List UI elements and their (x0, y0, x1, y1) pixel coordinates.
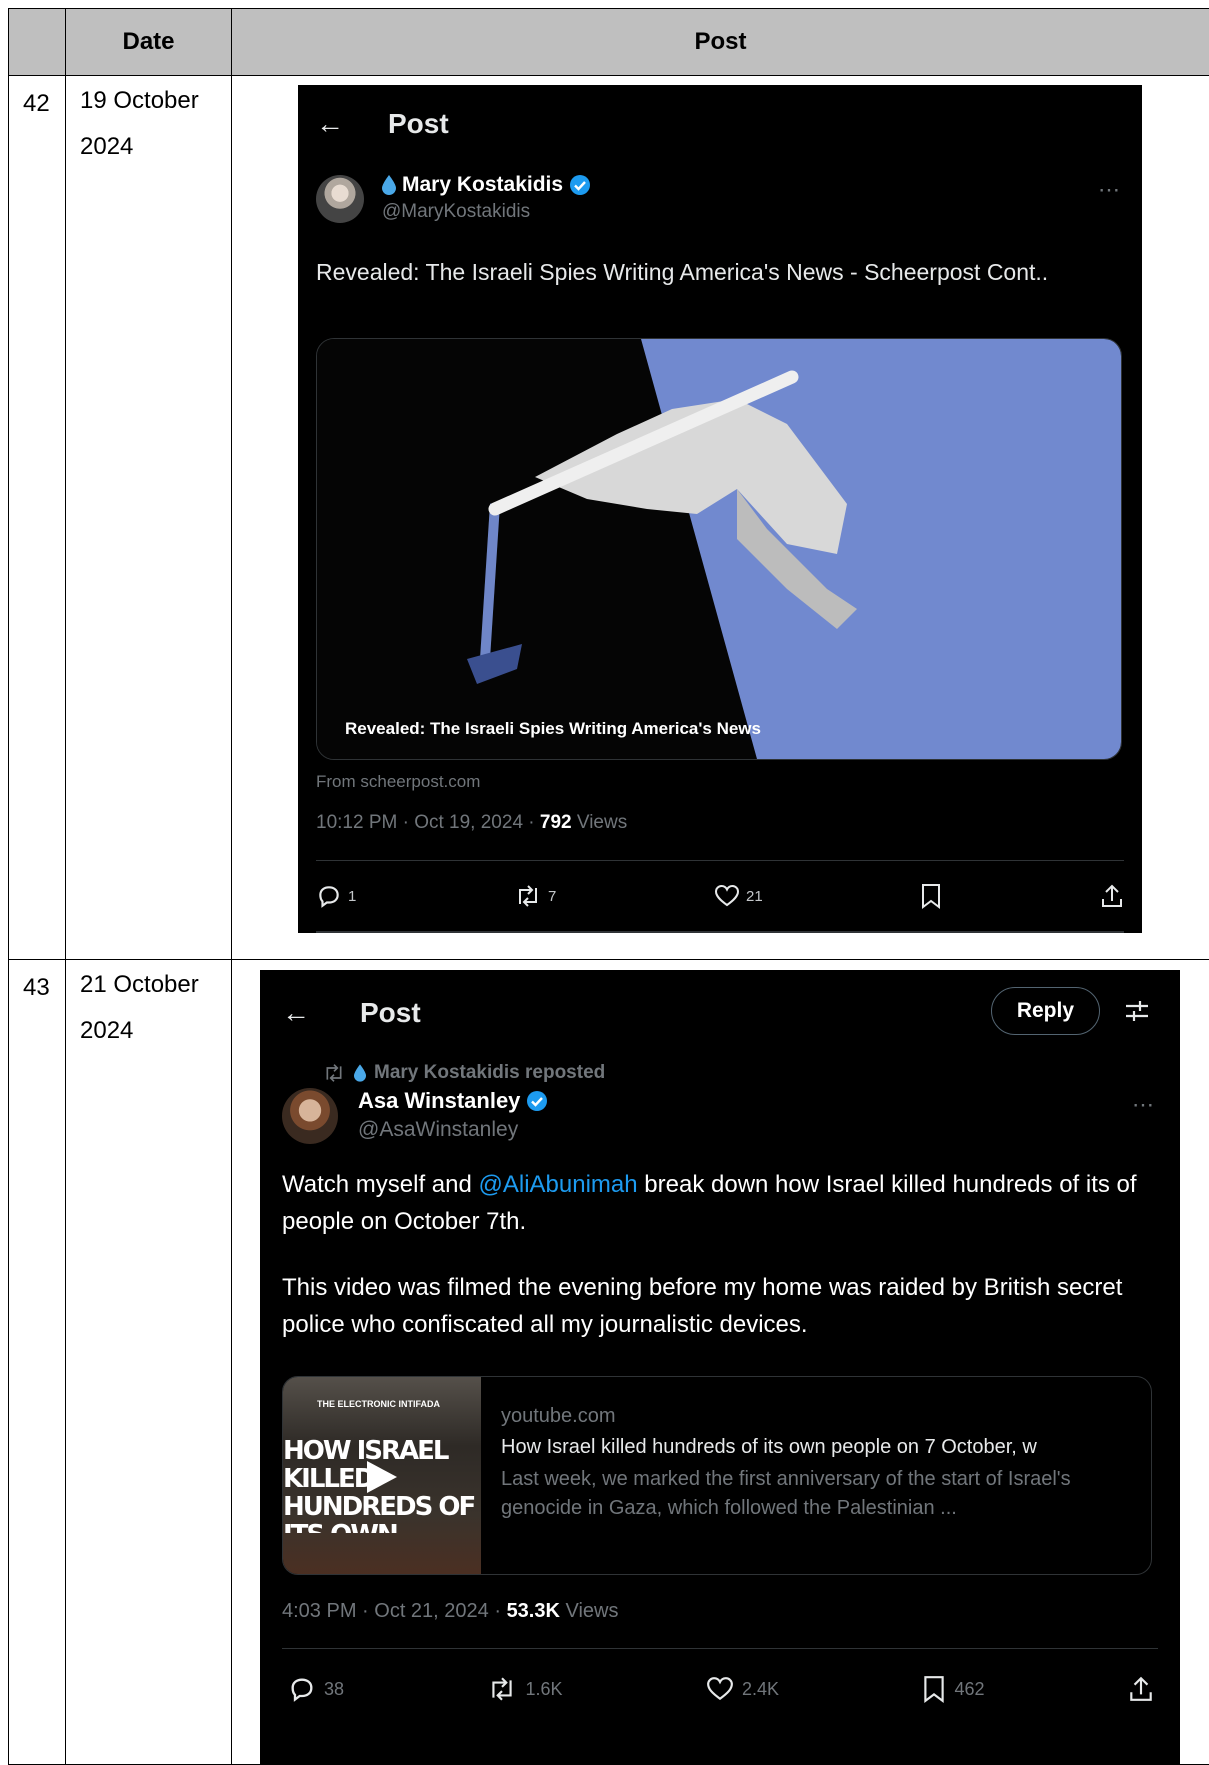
like-action[interactable]: 21 (714, 884, 763, 908)
back-arrow-icon[interactable]: ← (316, 108, 388, 140)
like-count: 21 (746, 887, 763, 905)
repost-icon (326, 1064, 342, 1082)
action-bar: 38 1.6K 2.4K 462 (288, 1675, 1154, 1703)
tweet-header: ← Post (316, 99, 449, 149)
reply-count: 1 (348, 887, 357, 905)
card-caption: Revealed: The Israeli Spies Writing Amer… (345, 719, 761, 738)
row-post-cell: ← Post Mary Kostakidis @MaryKostakidis ⋯… (231, 75, 1209, 960)
author-name: Mary Kostakidis (402, 173, 564, 196)
heart-icon (707, 1677, 733, 1701)
table-header-row: Date Post (8, 8, 1209, 76)
bookmark-action[interactable] (920, 883, 942, 909)
views-count: 53.3K (506, 1600, 560, 1622)
tweet-screenshot: ← Post Mary Kostakidis @MaryKostakidis ⋯… (298, 85, 1142, 933)
author-handle: @MaryKostakidis (382, 201, 531, 222)
card-illustration (317, 339, 1121, 759)
verified-badge-icon (570, 175, 591, 195)
card-description: Last week, we marked the first anniversa… (501, 1468, 1071, 1519)
reply-action[interactable]: 1 (316, 883, 356, 909)
repost-action[interactable]: 7 (514, 884, 556, 908)
video-thumbnail[interactable]: THE ELECTRONIC INTIFADA HOW ISRAEL KILLE… (283, 1377, 481, 1574)
tweet-timestamp: 4:03 PM · Oct 21, 2024 · 53.3K Views (282, 1600, 618, 1623)
card-domain: youtube.com (501, 1405, 616, 1427)
adjust-icon[interactable] (1124, 998, 1150, 1024)
repost-icon (492, 1677, 513, 1701)
author-name: Asa Winstanley (358, 1088, 521, 1113)
share-action[interactable] (1100, 883, 1124, 909)
header-post: Post (231, 8, 1209, 76)
reply-action[interactable]: 38 (288, 1675, 344, 1703)
reply-icon (319, 886, 339, 908)
divider (316, 860, 1124, 861)
repost-indicator: Mary Kostakidis reposted (322, 1062, 605, 1084)
card-title: How Israel killed hundreds of its own pe… (501, 1436, 1037, 1458)
row-number: 43 (8, 959, 66, 1765)
mention-link[interactable]: @AliAbunimah (479, 1171, 638, 1198)
reply-count: 38 (324, 1678, 345, 1699)
tweet-screenshot: ← Post Reply Mary Kostakidis reposted As… (260, 970, 1180, 1764)
table-row: 42 19 October 2024 ← Post Mary Kostakidi… (8, 75, 1209, 960)
repost-icon (519, 885, 537, 907)
card-body: youtube.com How Israel killed hundreds o… (501, 1405, 1137, 1523)
tweet-text: Watch myself and @AliAbunimah break down… (282, 1166, 1162, 1343)
views-count: 792 (539, 812, 572, 833)
card-source[interactable]: From scheerpost.com (316, 772, 480, 792)
repost-count: 7 (548, 887, 557, 905)
bookmark-icon (922, 884, 941, 909)
thumbnail-badge: THE ELECTRONIC INTIFADA (317, 1399, 440, 1409)
repost-count: 1.6K (525, 1678, 563, 1699)
author-name-line[interactable]: Asa Winstanley (358, 1088, 548, 1114)
row-date: 21 October 2024 (65, 959, 232, 1765)
play-icon[interactable] (365, 1459, 399, 1495)
author-name-line[interactable]: Mary Kostakidis (382, 173, 591, 197)
row-date: 19 October 2024 (65, 75, 232, 960)
like-action[interactable]: 2.4K (706, 1676, 779, 1702)
tweet-header: ← Post (282, 988, 421, 1038)
back-arrow-icon[interactable]: ← (282, 997, 360, 1029)
water-drop-icon (354, 1064, 366, 1082)
water-drop-icon (382, 175, 396, 195)
action-bar: 1 7 21 (316, 883, 1124, 909)
tweet-text-part: Watch myself and (282, 1171, 479, 1198)
avatar[interactable] (316, 175, 364, 223)
bookmark-action[interactable]: 462 (922, 1675, 985, 1703)
more-options-icon[interactable]: ⋯ (1132, 1092, 1154, 1118)
heart-icon (714, 884, 740, 907)
evidence-table: Date Post 42 19 October 2024 ← Post Mary… (8, 8, 1209, 1765)
tweet-text-paragraph: This video was filmed the evening before… (282, 1274, 1123, 1338)
divider (282, 1648, 1158, 1649)
tweet-timestamp: 10:12 PM · Oct 19, 2024 · 792 Views (316, 812, 627, 834)
tweet-header-title: Post (360, 997, 421, 1028)
bookmark-icon (924, 1676, 945, 1703)
time-text: 4:03 PM · Oct 21, 2024 · (282, 1600, 507, 1622)
row-post-cell: ← Post Reply Mary Kostakidis reposted As… (231, 959, 1209, 1765)
header-date: Date (65, 8, 232, 76)
youtube-link-card[interactable]: THE ELECTRONIC INTIFADA HOW ISRAEL KILLE… (282, 1376, 1152, 1575)
tweet-header-title: Post (388, 108, 449, 139)
reply-button[interactable]: Reply (990, 987, 1100, 1035)
divider (316, 931, 1124, 933)
more-options-icon[interactable]: ⋯ (1098, 177, 1120, 203)
views-label: Views (571, 812, 628, 833)
author-handle: @AsaWinstanley (358, 1118, 519, 1141)
reply-icon (291, 1678, 313, 1702)
verified-badge-icon (527, 1091, 548, 1111)
share-action[interactable] (1128, 1675, 1154, 1703)
header-number (8, 8, 66, 76)
views-label: Views (559, 1600, 619, 1622)
share-icon (1130, 1676, 1152, 1701)
bookmark-count: 462 (954, 1678, 985, 1699)
table-row: 43 21 October 2024 ← Post Reply Mary Kos… (8, 959, 1209, 1765)
tweet-text: Revealed: The Israeli Spies Writing Amer… (316, 259, 1049, 285)
avatar[interactable] (282, 1088, 338, 1144)
reposted-by-text[interactable]: Mary Kostakidis reposted (374, 1062, 605, 1084)
time-text: 10:12 PM · Oct 19, 2024 · (316, 812, 540, 833)
share-icon (1102, 884, 1122, 907)
like-count: 2.4K (741, 1678, 779, 1699)
row-number: 42 (8, 75, 66, 960)
link-card[interactable]: Revealed: The Israeli Spies Writing Amer… (316, 338, 1122, 760)
repost-action[interactable]: 1.6K (487, 1676, 563, 1702)
